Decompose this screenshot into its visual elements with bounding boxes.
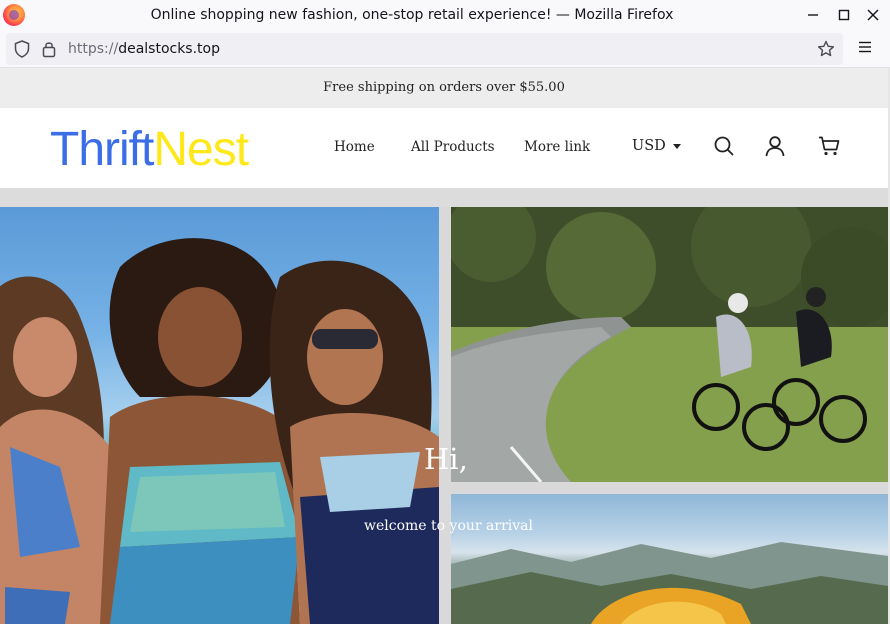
site-logo[interactable]: ThriftNest [50,123,249,176]
hero-title: Hi, [424,442,468,476]
url-protocol: https:// [68,41,119,57]
maximize-button[interactable] [831,2,857,28]
hero-image-camping[interactable] [451,494,888,624]
nav-home[interactable]: Home [334,139,375,155]
cart-icon[interactable] [818,135,840,157]
url-host: dealstocks.top [118,41,220,57]
logo-part1: Thrift [50,123,154,176]
hero-gutter-vertical [439,207,451,624]
bookmark-star-icon[interactable] [817,40,835,58]
search-icon[interactable] [713,135,735,157]
site-header: ThriftNest Home All Products More link U… [0,108,888,188]
hamburger-menu-icon[interactable] [858,40,872,54]
hero-subtitle: welcome to your arrival [364,518,533,534]
nav-all-products[interactable]: All Products [411,139,495,155]
window-titlebar: Online shopping new fashion, one-stop re… [0,0,890,30]
hero-gutter-horizontal [451,482,888,494]
currency-label: USD [632,138,666,154]
page-viewport: Free shipping on orders over $55.00 Thri… [0,68,890,624]
close-window-button[interactable] [860,2,886,28]
header-divider [0,188,888,207]
logo-part2: Nest [153,123,249,176]
minimize-button[interactable] [800,2,826,28]
shield-icon[interactable] [14,40,30,58]
nav-more-link[interactable]: More link [524,139,590,155]
currency-selector[interactable]: USD [632,138,681,154]
browser-toolbar: https://dealstocks.top [0,30,890,68]
promo-banner: Free shipping on orders over $55.00 [0,68,888,108]
account-icon[interactable] [764,135,786,157]
url-text[interactable]: https://dealstocks.top [68,41,220,57]
chevron-down-icon [672,143,681,149]
lock-icon[interactable] [42,40,56,58]
hero-image-beach[interactable] [0,207,439,624]
hero-image-cyclists[interactable] [451,207,888,482]
address-bar[interactable]: https://dealstocks.top [6,33,843,65]
window-title: Online shopping new fashion, one-stop re… [150,7,674,23]
